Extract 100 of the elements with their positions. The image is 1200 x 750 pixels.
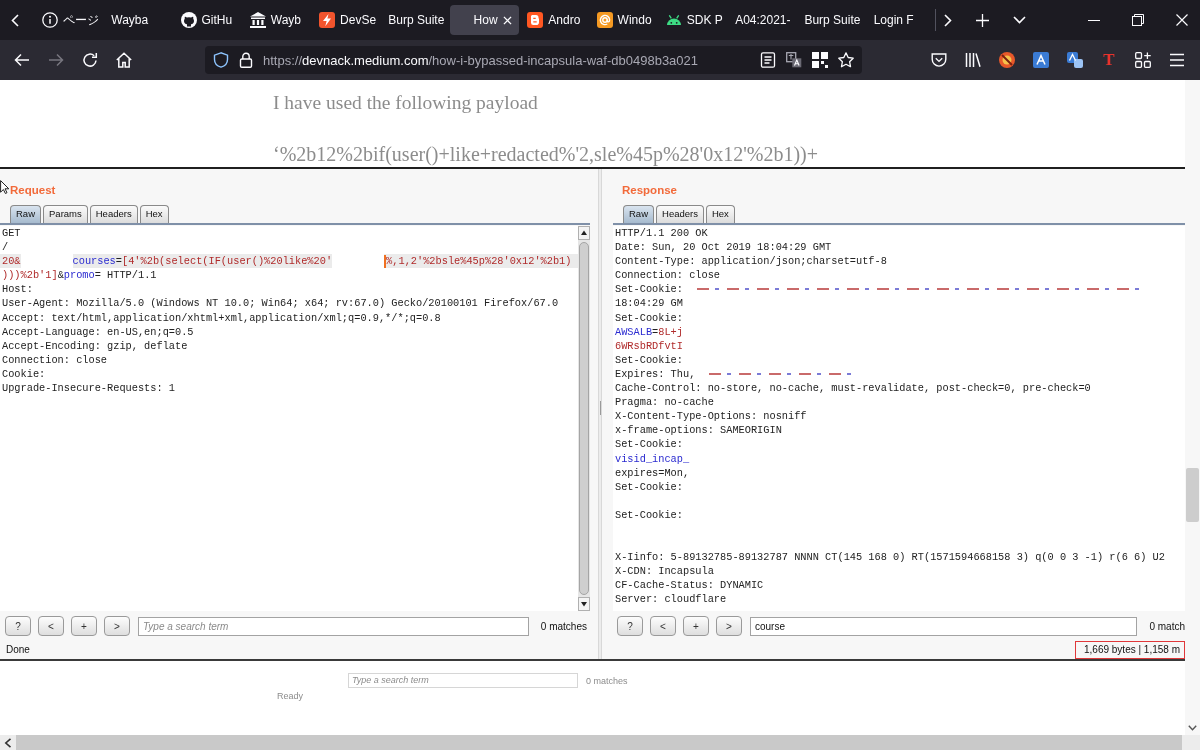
code-text: Cookie: xyxy=(2,366,46,382)
forward-arrow-icon[interactable] xyxy=(48,52,64,68)
code-text: Host: xyxy=(2,282,33,297)
browser-tab[interactable]: Login F xyxy=(865,5,935,35)
scroll-up-icon[interactable] xyxy=(578,226,590,240)
browser-tab[interactable]: Burp Suite xyxy=(796,5,866,35)
next-button[interactable]: > xyxy=(716,616,742,636)
cat-logo-icon xyxy=(180,12,197,28)
code-text: HTTP/1.1 200 OK xyxy=(615,226,708,241)
browser-tab[interactable]: How xyxy=(449,5,520,35)
tile-extension-icon[interactable] xyxy=(1067,52,1083,68)
chevron-left-icon[interactable] xyxy=(11,13,19,27)
code-text: Accept: text/html,application/xhtml+xml,application/xml;q=0.9,*/*;q=0.8 xyxy=(2,310,441,325)
code-text: Pragma: no-cache xyxy=(615,395,714,410)
code-text: Cache-Control: no-store, no-cache, must-revalidate, post-check=0, pre-check=0 xyxy=(615,381,1091,396)
panel-tab[interactable]: Headers xyxy=(89,205,138,223)
pocket-icon[interactable] xyxy=(931,52,947,68)
restore-icon[interactable] xyxy=(1132,14,1144,26)
code-text: Connection: close xyxy=(615,268,721,283)
panel-tab[interactable]: Raw xyxy=(10,205,41,223)
browser-tab[interactable]: ページ xyxy=(34,5,104,35)
back-arrow-icon[interactable] xyxy=(14,52,30,68)
browser-tab[interactable]: GitHu xyxy=(172,5,242,35)
round-extension-icon[interactable] xyxy=(999,52,1015,68)
translate-icon[interactable] xyxy=(786,52,802,68)
vertical-scrollbar[interactable] xyxy=(1185,80,1200,735)
reload-icon[interactable] xyxy=(82,52,98,68)
tile-extension-icon[interactable] xyxy=(1033,52,1049,68)
previous-button[interactable]: < xyxy=(650,616,676,636)
browser-tab[interactable]: Wayb xyxy=(241,5,312,35)
scroll-left-icon[interactable] xyxy=(4,737,12,748)
code-text: X-Iinfo: 5-89132785-89132787 NNNN CT(145 168 0) RT(1571594668158 3) q(0 0 3 -1) r(6 6) U2 xyxy=(615,550,1165,565)
browser-tab[interactable]: Andro xyxy=(519,5,589,35)
message-editor[interactable] xyxy=(613,226,1185,611)
code-text: Accept-Encoding: gzip, deflate xyxy=(2,338,188,353)
building-columns-icon xyxy=(249,12,266,28)
url-field[interactable]: https://devnack.medium.com/how-i-bypassed-incapsula-waf-db0498b3a021 xyxy=(205,46,862,74)
code-text: Date: Sun, 20 Oct 2019 18:04:29 GMT xyxy=(615,240,832,255)
shield-icon[interactable] xyxy=(213,52,229,68)
scrollbar-thumb[interactable] xyxy=(1186,468,1199,522)
at-sign-icon xyxy=(596,12,613,28)
code-text: %,1,2'%2bsle%45p%28'0x12'%2b1) xyxy=(386,254,572,269)
scroll-down-icon[interactable] xyxy=(578,597,590,611)
help-button[interactable]: ? xyxy=(5,616,31,636)
search-field[interactable]: course xyxy=(750,616,1138,636)
code-text: Accept-Language: en-US,en;q=0.5 xyxy=(2,324,194,339)
extensions-icon[interactable] xyxy=(1135,52,1151,68)
menu-icon[interactable] xyxy=(1169,52,1185,68)
search-field[interactable]: Type a search term xyxy=(348,673,578,688)
next-button[interactable]: > xyxy=(104,616,130,636)
scrollbar-thumb[interactable] xyxy=(579,242,589,595)
scrollbar[interactable] xyxy=(578,226,590,611)
square-logo-icon xyxy=(527,12,544,28)
code-text: CF-Cache-Status: DYNAMIC xyxy=(615,578,764,593)
add-button[interactable]: + xyxy=(71,616,97,636)
code-text: 18:04:29 GM xyxy=(615,296,683,311)
code-text: Set-Cookie: xyxy=(615,282,683,297)
match-count: 0 matches xyxy=(540,620,587,632)
panel-tab[interactable]: Hex xyxy=(139,205,169,223)
browser-tab[interactable]: SDK P xyxy=(657,5,728,35)
browser-tab[interactable]: DevSe xyxy=(311,5,381,35)
previous-button[interactable]: < xyxy=(38,616,64,636)
browser-tab[interactable]: A04:2021- xyxy=(727,5,797,35)
match-count: 0 matches xyxy=(586,675,628,686)
chevron-right-icon[interactable] xyxy=(944,13,952,27)
panel-tab[interactable]: Params xyxy=(43,205,88,223)
code-text: X-Content-Type-Options: nosniff xyxy=(615,409,807,424)
browser-tab[interactable]: Burp Suite xyxy=(380,5,450,35)
plus-icon[interactable] xyxy=(976,13,989,27)
panel-tab[interactable]: Headers xyxy=(656,205,704,223)
scroll-down-icon[interactable] xyxy=(1188,725,1197,731)
panel-tab[interactable]: Hex xyxy=(705,205,735,223)
browser-tab[interactable]: Wayba xyxy=(103,5,173,35)
panel-title: Response xyxy=(622,184,677,196)
code-text: AWSALB=8L+j xyxy=(615,324,683,339)
robot-head-icon xyxy=(665,14,682,26)
search-field[interactable]: Type a search term xyxy=(138,616,529,636)
code-text: Upgrade-Insecure-Requests: 1 xyxy=(2,381,176,396)
code-text: Set-Cookie: xyxy=(615,437,683,452)
status-text: Done xyxy=(5,643,31,657)
browser-tab[interactable]: Windo xyxy=(588,5,658,35)
status-text: 1,669 bytes | 1,158 m xyxy=(1075,641,1185,659)
code-text: Server: cloudflare xyxy=(615,592,727,607)
grid-icon[interactable] xyxy=(812,52,828,68)
code-text: x-frame-options: SAMEORIGIN xyxy=(615,423,782,438)
panel-tab[interactable]: Raw xyxy=(623,205,654,223)
code-text: visid_incap_ xyxy=(615,451,690,466)
help-button[interactable]: ? xyxy=(617,616,643,636)
status-text: Ready xyxy=(277,691,303,701)
close-icon[interactable] xyxy=(502,15,512,25)
star-icon[interactable] xyxy=(838,52,854,68)
code-text: Expires: Thu, xyxy=(615,366,696,382)
lock-icon[interactable] xyxy=(238,52,254,68)
home-icon[interactable] xyxy=(116,52,132,68)
close-icon[interactable] xyxy=(1176,14,1188,26)
library-icon[interactable] xyxy=(965,52,981,68)
minimize-icon[interactable] xyxy=(1088,19,1100,21)
chevron-down-icon[interactable] xyxy=(1013,16,1026,24)
add-button[interactable]: + xyxy=(683,616,709,636)
reader-view-icon[interactable] xyxy=(760,52,776,68)
